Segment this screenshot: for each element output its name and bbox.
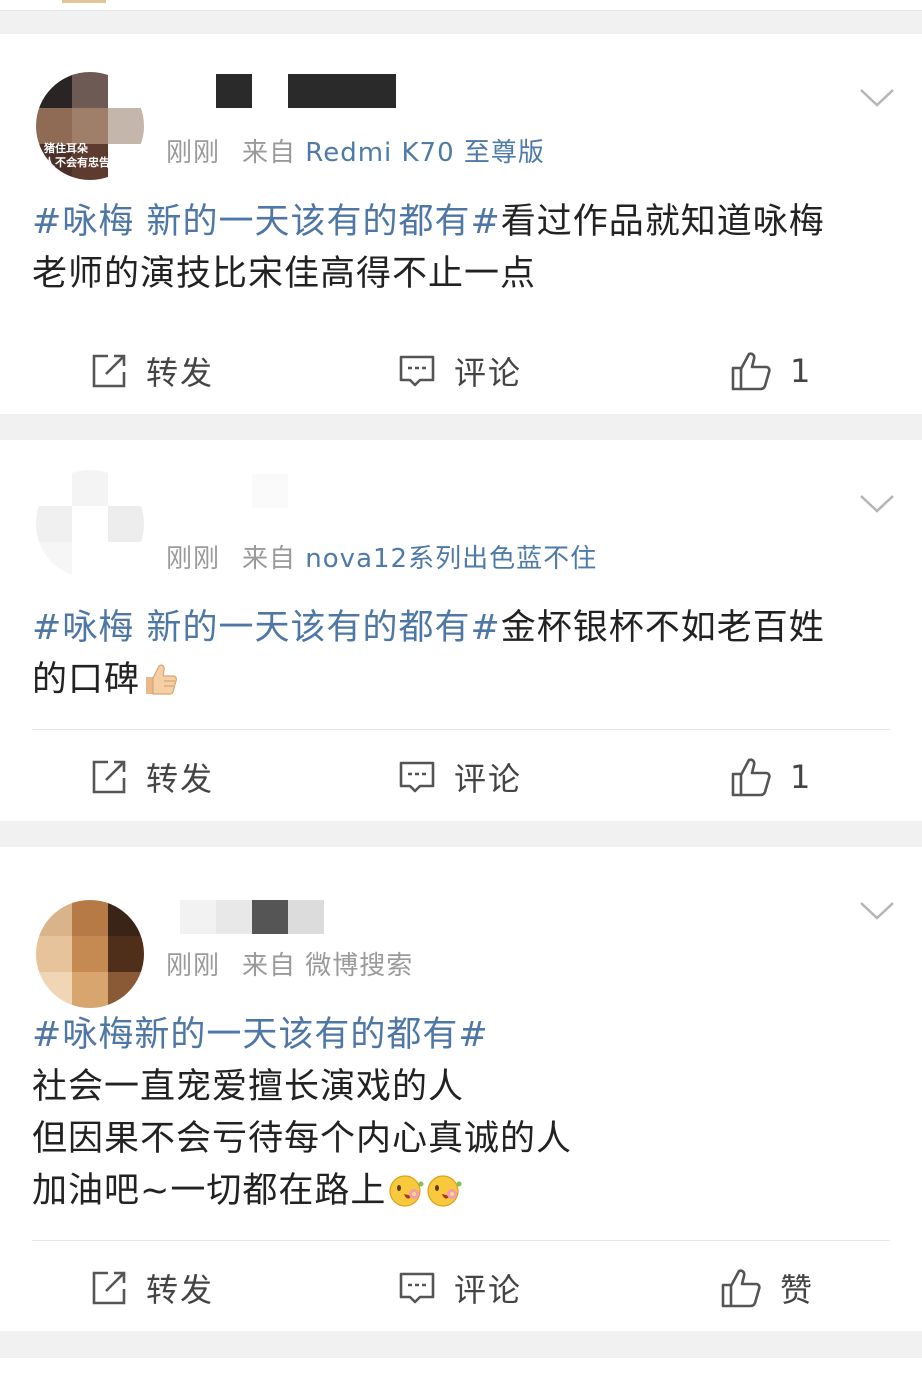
post-source[interactable]: Redmi K70 至尊版 bbox=[305, 138, 545, 168]
comment-button[interactable]: 评论 bbox=[398, 1256, 522, 1320]
like-count: 1 bbox=[790, 352, 813, 390]
post-text-line: 加油吧~一切都在路上 bbox=[32, 1171, 387, 1211]
repost-label: 转发 bbox=[146, 354, 215, 392]
source-prefix: 来自 bbox=[242, 951, 297, 981]
comment-icon bbox=[399, 761, 435, 793]
username-redacted[interactable] bbox=[216, 74, 396, 108]
post-text: #咏梅 新的一天该有的都有#金杯银杯不如老百姓 的口碑 bbox=[32, 602, 892, 706]
repost-label: 转发 bbox=[146, 760, 215, 798]
action-bar: 转发 评论 1 bbox=[0, 745, 922, 809]
thumbs-up-icon bbox=[721, 1269, 761, 1308]
post-time: 刚刚 bbox=[166, 951, 221, 981]
thumbs-up-icon bbox=[731, 352, 771, 391]
post-text: #咏梅新的一天该有的都有# 社会一直宠爱擅长演戏的人 但因果不会亏待每个内心真诚… bbox=[32, 1009, 892, 1217]
source-prefix: 来自 bbox=[242, 138, 297, 168]
post-text-line: 看过作品就知道咏梅 bbox=[500, 202, 825, 242]
post-time: 刚刚 bbox=[166, 138, 221, 168]
chevron-down-icon[interactable] bbox=[860, 901, 894, 921]
post-text-line: 社会一直宠爱擅长演戏的人 bbox=[32, 1067, 465, 1107]
avatar-caption: 猪住耳朵 人不会有忠告 bbox=[44, 142, 110, 169]
action-bar: 转发 评论 赞 bbox=[0, 1256, 922, 1320]
comment-icon bbox=[399, 1272, 435, 1304]
comment-label: 评论 bbox=[454, 354, 523, 392]
topic-tag[interactable]: #咏梅 新的一天该有的都有# bbox=[32, 608, 501, 648]
post-text-line: 金杯银杯不如老百姓 bbox=[500, 608, 825, 648]
action-bar: 转发 评论 1 bbox=[0, 339, 922, 403]
like-button[interactable]: 赞 bbox=[720, 1256, 814, 1320]
post-text-line: 的口碑 bbox=[32, 660, 141, 700]
post-text-line: 但因果不会亏待每个内心真诚的人 bbox=[32, 1119, 573, 1159]
next-card-edge bbox=[0, 1358, 922, 1375]
repost-button[interactable]: 转发 bbox=[90, 1256, 214, 1320]
previous-card-edge bbox=[0, 0, 922, 11]
feed-post[interactable]: 猪住耳朵 人不会有忠告 刚刚 来自 Redmi K70 至尊版 #咏梅 新的一天该… bbox=[0, 34, 922, 414]
flower-smile-emoji-icon bbox=[389, 1175, 424, 1207]
repost-icon bbox=[92, 760, 126, 794]
avatar[interactable]: 猪住耳朵 人不会有忠告 bbox=[36, 72, 144, 180]
post-text: #咏梅 新的一天该有的都有#看过作品就知道咏梅 老师的演技比宋佳高得不止一点 bbox=[32, 196, 892, 300]
feed-post[interactable]: 刚刚 来自 微博搜索 #咏梅新的一天该有的都有# 社会一直宠爱擅长演戏的人 但因果… bbox=[0, 847, 922, 1331]
flower-smile-emoji-icon bbox=[427, 1175, 462, 1207]
post-source[interactable]: nova12系列出色蓝不住 bbox=[305, 544, 597, 574]
chevron-down-icon[interactable] bbox=[860, 494, 894, 514]
repost-icon bbox=[92, 1271, 126, 1305]
post-source[interactable]: 微博搜索 bbox=[305, 951, 413, 981]
post-meta: 刚刚 来自 nova12系列出色蓝不住 bbox=[166, 538, 597, 575]
like-button[interactable]: 1 bbox=[730, 339, 812, 403]
previous-card-chip bbox=[62, 0, 106, 3]
topic-tag[interactable]: #咏梅 新的一天该有的都有# bbox=[32, 202, 501, 242]
post-text-line: 老师的演技比宋佳高得不止一点 bbox=[32, 254, 537, 294]
topic-tag[interactable]: #咏梅新的一天该有的都有# bbox=[32, 1015, 489, 1055]
feed-post[interactable]: 刚刚 来自 nova12系列出色蓝不住 #咏梅 新的一天该有的都有#金杯银杯不如老… bbox=[0, 440, 922, 821]
divider bbox=[32, 1240, 890, 1241]
username-redacted[interactable] bbox=[216, 474, 396, 508]
post-meta: 刚刚 来自 微博搜索 bbox=[166, 945, 413, 982]
repost-label: 转发 bbox=[146, 1271, 215, 1309]
source-prefix: 来自 bbox=[242, 544, 297, 574]
comment-icon bbox=[399, 355, 435, 387]
comment-button[interactable]: 评论 bbox=[398, 745, 522, 809]
avatar[interactable] bbox=[36, 900, 144, 1008]
divider bbox=[32, 729, 890, 730]
post-time: 刚刚 bbox=[166, 544, 221, 574]
repost-icon bbox=[92, 354, 126, 388]
like-label: 赞 bbox=[780, 1271, 815, 1309]
thumbs-up-emoji-icon bbox=[146, 664, 177, 695]
like-count: 1 bbox=[790, 758, 813, 796]
repost-button[interactable]: 转发 bbox=[90, 339, 214, 403]
comment-button[interactable]: 评论 bbox=[398, 339, 522, 403]
username-redacted[interactable] bbox=[180, 900, 330, 934]
chevron-down-icon[interactable] bbox=[860, 88, 894, 108]
like-button[interactable]: 1 bbox=[730, 745, 812, 809]
comment-label: 评论 bbox=[454, 760, 523, 798]
comment-label: 评论 bbox=[454, 1271, 523, 1309]
avatar[interactable] bbox=[36, 470, 144, 578]
repost-button[interactable]: 转发 bbox=[90, 745, 214, 809]
thumbs-up-icon bbox=[731, 758, 771, 797]
post-meta: 刚刚 来自 Redmi K70 至尊版 bbox=[166, 132, 545, 169]
